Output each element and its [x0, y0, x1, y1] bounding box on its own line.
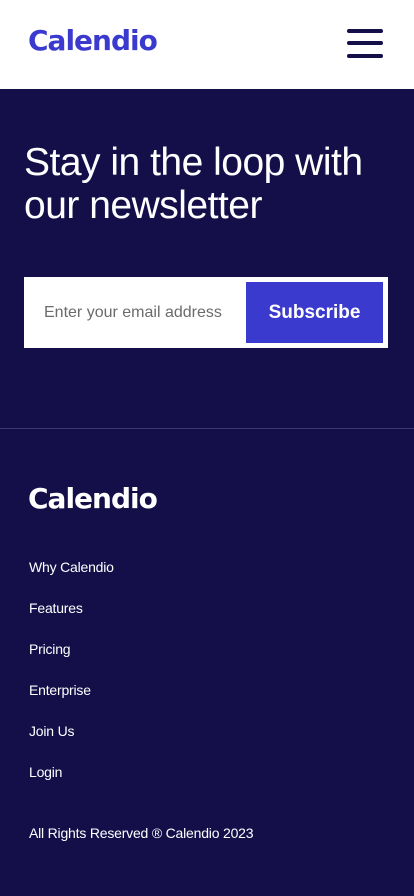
newsletter-form: Subscribe: [24, 277, 388, 348]
menu-bar: [347, 41, 383, 45]
copyright-text: All Rights Reserved ® Calendio 2023: [29, 825, 254, 841]
footer-link-pricing[interactable]: Pricing: [29, 641, 71, 657]
footer-links: Why Calendio Features Pricing Enterprise…: [29, 559, 114, 805]
header-logo[interactable]: Calendio: [28, 24, 158, 57]
footer-link-join-us[interactable]: Join Us: [29, 723, 74, 739]
footer-logo[interactable]: Calendio: [28, 482, 158, 515]
newsletter-section: Stay in the loop with our newsletter Sub…: [0, 89, 414, 428]
footer-link-item: Why Calendio: [29, 559, 114, 600]
section-divider: [0, 428, 414, 429]
email-input[interactable]: [24, 277, 246, 348]
footer-link-item: Login: [29, 764, 114, 805]
footer-link-why-calendio[interactable]: Why Calendio: [29, 559, 114, 575]
subscribe-button[interactable]: Subscribe: [246, 282, 383, 343]
footer-link-enterprise[interactable]: Enterprise: [29, 682, 91, 698]
site-header: Calendio: [0, 0, 414, 89]
menu-bar: [347, 29, 383, 33]
hamburger-menu-icon[interactable]: [344, 28, 384, 60]
footer-link-item: Pricing: [29, 641, 114, 682]
footer-link-item: Features: [29, 600, 114, 641]
menu-bar: [347, 54, 383, 58]
footer-link-item: Join Us: [29, 723, 114, 764]
newsletter-title: Stay in the loop with our newsletter: [24, 141, 363, 227]
footer-link-item: Enterprise: [29, 682, 114, 723]
footer-link-features[interactable]: Features: [29, 600, 83, 616]
footer-link-login[interactable]: Login: [29, 764, 62, 780]
